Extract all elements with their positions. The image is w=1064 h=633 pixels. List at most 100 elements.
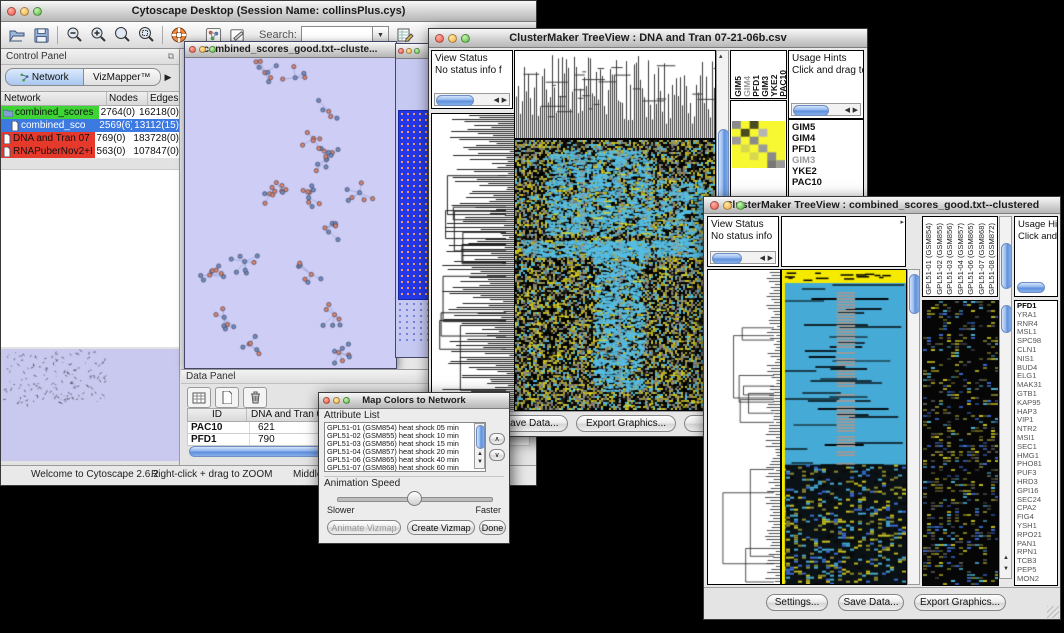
attribute-editor-icon[interactable] [395,25,415,45]
select-attributes-button[interactable] [187,387,211,408]
network-view-titlebar[interactable]: combined_scores_good.txt--cluste... [185,42,396,58]
settings-button[interactable]: Settings... [766,594,828,611]
close-button[interactable] [189,46,196,53]
treeview2-main-heatmap[interactable] [781,269,907,585]
cluster-gene-label[interactable]: GIM5 [792,122,863,133]
minimize-button[interactable] [20,7,29,16]
attribute-list-scrollbar[interactable]: ▲ ▼ [474,423,485,469]
save-session-button[interactable] [31,25,51,45]
close-button[interactable] [323,397,330,404]
zoom-button[interactable] [209,46,216,53]
background-window-titlebar[interactable] [396,44,430,59]
zoom-fit-button[interactable] [112,25,132,45]
move-attribute-up-button[interactable]: ∧ [489,433,505,445]
view-status-hscrollbar[interactable]: ◀ ▶ [710,251,776,264]
tab-overflow-arrow[interactable]: ▶ [161,72,175,83]
network-row-combined-scores[interactable]: combined_scores 2764(0) 16218(0) [1,106,179,119]
scroll-down-arrow[interactable]: ▼ [1003,564,1009,575]
dialog-titlebar[interactable]: Map Colors to Network [319,393,509,409]
cluster-gene-label[interactable]: PFD1 [792,144,863,155]
scroll-left-arrow[interactable]: ◀ [760,253,765,264]
save-data-button[interactable]: Save Data... [838,594,904,611]
cluster-gene-label[interactable]: PAC10 [792,177,863,188]
cluster-column-label[interactable]: GIM4 [742,70,751,97]
attr-col-id[interactable]: ID [188,409,247,421]
done-button[interactable]: Done [479,520,506,535]
delete-attribute-button[interactable] [243,387,267,408]
zoom-selected-button[interactable] [136,25,156,45]
treeview2-column-dendrogram-area[interactable]: ▸ [781,216,906,267]
zoom-out-button[interactable] [64,25,84,45]
animate-vizmap-button[interactable]: Animate Vizmap [327,520,401,535]
zoom-button[interactable] [414,48,420,54]
gene-label[interactable]: MON2 [1017,575,1057,584]
array-column-label[interactable]: GPL51-01 (GSM854) [924,223,935,295]
treeview1-row-dendrogram[interactable] [431,113,515,412]
network-row-rnapuber[interactable]: RNAPuberNov2+I 563(0) 107847(0) [1,145,179,158]
main-titlebar[interactable]: Cytoscape Desktop (Session Name: collins… [1,1,536,22]
treeview1-titlebar[interactable]: ClusterMaker TreeView : DNA and Tran 07-… [429,29,867,48]
zoom-button[interactable] [461,34,470,43]
attribute-list-item[interactable]: GPL51-07 (GSM868) heat shock 60 min [327,464,483,472]
cluster-gene-label[interactable]: YKE2 [792,166,863,177]
zoom-in-button[interactable] [88,25,108,45]
col-header-nodes[interactable]: Nodes [107,92,148,105]
col-header-network[interactable]: Network [1,92,107,105]
scroll-up-arrow[interactable]: ▴ [719,51,723,62]
array-column-label[interactable]: GPL51-08 (GSM872) [987,223,998,295]
scroll-down-arrow[interactable]: ▼ [477,457,483,468]
minimize-button[interactable] [199,46,206,53]
network-row-dna-tran[interactable]: DNA and Tran 07 769(0) 183728(0) [1,132,179,145]
treeview1-heatmap[interactable] [514,139,716,411]
treeview1-column-dendrogram[interactable] [514,50,716,139]
open-file-button[interactable] [7,25,27,45]
close-button[interactable] [435,34,444,43]
treeview2-right-scrollbar[interactable]: ▲ ▼ [999,216,1012,579]
cluster-column-label[interactable]: GIM5 [733,70,742,97]
zoom-button[interactable] [33,7,42,16]
close-button[interactable] [710,201,719,210]
treeview2-titlebar[interactable]: ClusterMaker TreeView : combined_scores_… [704,197,1060,214]
minimize-button[interactable] [406,48,412,54]
zoom-button[interactable] [343,397,350,404]
minimize-button[interactable] [723,201,732,210]
export-graphics-button[interactable]: Export Graphics... [576,415,676,432]
tab-network[interactable]: Network [5,68,84,86]
treeview2-row-dendrogram[interactable] [707,269,781,585]
scroll-left-arrow[interactable]: ◀ [845,105,850,116]
float-panel-icon[interactable]: ⧉ [168,51,174,62]
cluster-column-label[interactable]: GIM3 [760,70,769,97]
treeview1-yellow-matrix[interactable] [732,121,785,168]
array-column-label[interactable]: GPL51-02 (GSM855) [935,223,946,295]
cluster-column-label[interactable]: PFD1 [751,70,760,97]
treeview2-selection-heatmap[interactable] [922,300,999,586]
cluster-column-label[interactable]: YKE2 [769,70,778,97]
dense-network-block[interactable] [398,110,430,300]
cluster-gene-label[interactable]: GIM4 [792,133,863,144]
create-vizmap-button[interactable]: Create Vizmap [407,520,475,535]
tab-vizmapper[interactable]: VizMapper™ [84,68,162,86]
scroll-right-arrow[interactable]: ▶ [768,253,773,264]
array-column-label[interactable]: GPL51-06 (GSM865) [966,223,977,295]
cluster-column-label[interactable]: PAC10 [778,70,787,97]
new-attribute-button[interactable] [215,387,239,408]
cluster-gene-label[interactable]: GIM3 [792,155,863,166]
network-overview-panel[interactable] [1,349,179,461]
array-column-label[interactable]: GPL51-07 (GSM868) [977,223,988,295]
attribute-listbox[interactable]: GPL51-01 (GSM854) heat shock 05 minGPL51… [324,422,486,472]
scroll-right-arrow[interactable]: ▶ [502,95,507,106]
view-status-hscrollbar[interactable]: ◀ ▶ [434,93,510,106]
scroll-right-arrow[interactable]: ▶ [853,105,858,116]
network-row-combined-sco-selected[interactable]: combined_sco 2569(6) 13112(15) [1,119,179,132]
minimize-button[interactable] [448,34,457,43]
close-button[interactable] [398,48,404,54]
network-graph-canvas[interactable] [185,58,394,367]
close-button[interactable] [7,7,16,16]
col-header-edges[interactable]: Edges [148,92,179,105]
usage-hints-hscrollbar[interactable]: ◀ ▶ [791,103,861,116]
scroll-left-arrow[interactable]: ◀ [494,95,499,106]
expand-arrow-icon[interactable]: ▸ [900,218,904,226]
minimize-button[interactable] [333,397,340,404]
usage-hints-hscrollbar[interactable] [1017,282,1045,293]
array-column-label[interactable]: GPL51-03 (GSM856) [945,223,956,295]
